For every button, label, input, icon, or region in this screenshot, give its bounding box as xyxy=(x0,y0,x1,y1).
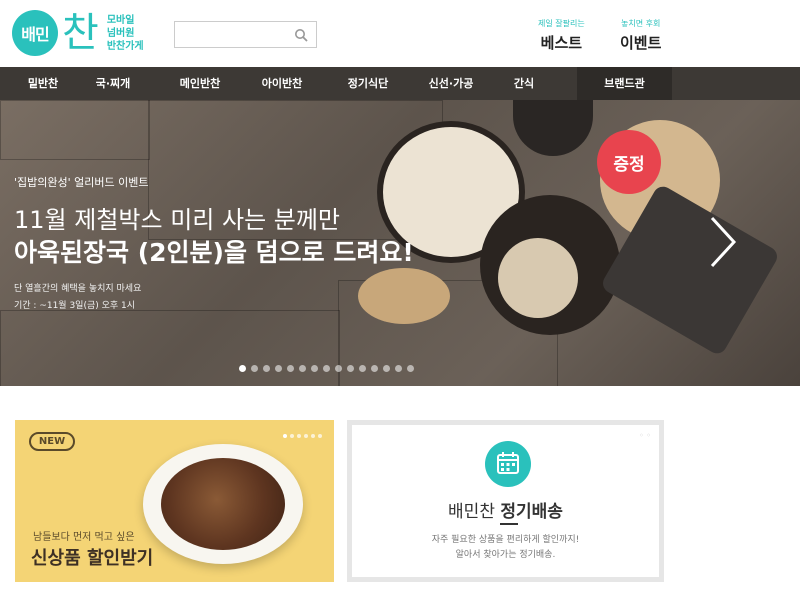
promo-left-subtitle: 남들보다 먼저 먹고 싶은 xyxy=(33,532,135,543)
category-nav: 밑반찬 국·찌개 메인반찬 아이반찬 정기식단 신선·가공 간식 브랜드관 xyxy=(0,67,800,100)
subscription-title-plain: 배민찬 xyxy=(448,502,501,522)
slide-dot[interactable] xyxy=(263,365,270,372)
best-link-label: 베스트 xyxy=(540,34,583,52)
slide-dot[interactable] xyxy=(251,365,258,372)
slide-dot[interactable] xyxy=(287,365,294,372)
promo-dot[interactable] xyxy=(283,434,287,438)
gift-badge: 증정 xyxy=(597,130,661,194)
logo-circle: 배민 xyxy=(12,10,58,56)
stone-tile xyxy=(0,310,340,386)
subscription-desc-1: 자주 필요한 상품을 편리하게 할인까지! xyxy=(431,535,580,545)
slide-dot[interactable] xyxy=(383,365,390,372)
promo-dot[interactable] xyxy=(311,434,315,438)
stone-tile xyxy=(0,100,150,160)
new-products-promo[interactable]: NEW 남들보다 먼저 먹고 싶은 신상품 할인받기 xyxy=(15,420,334,582)
slide-dot[interactable] xyxy=(371,365,378,372)
nav-item-soups[interactable]: 국·찌개 xyxy=(82,67,144,100)
header: 배민 찬 모바일 넘버원 반찬가게 제일 잘팔리는 베스트 놓치면 후회 이벤트 xyxy=(0,0,800,67)
nav-item-main-dishes[interactable]: 메인반찬 xyxy=(165,67,235,100)
search-icon[interactable] xyxy=(294,28,308,42)
promo-dot[interactable] xyxy=(304,434,308,438)
hero-headline-2: 아욱된장국 (2인분)을 덤으로 드려요! xyxy=(14,238,414,267)
promo-controls: ◦ ◦ xyxy=(639,431,651,440)
promo-dot[interactable] xyxy=(318,434,322,438)
event-link-sub: 놓치면 후회 xyxy=(621,19,661,28)
nav-item-regular-meals[interactable]: 정기식단 xyxy=(333,67,403,100)
subscription-desc-2: 알아서 찾아가는 정기배송. xyxy=(455,550,556,560)
slide-dot[interactable] xyxy=(359,365,366,372)
hero-headline-1: 11월 제철박스 미리 사는 분께만 xyxy=(14,206,341,234)
salad-bowl xyxy=(498,238,578,318)
promo-dot[interactable] xyxy=(290,434,294,438)
calendar-icon-wrap xyxy=(485,441,531,487)
braised-beef-bowl xyxy=(143,444,303,564)
search-box xyxy=(174,21,317,48)
slide-dot[interactable] xyxy=(395,365,402,372)
logo-tagline: 모바일 넘버원 반찬가게 xyxy=(107,14,144,53)
promo-indicators xyxy=(283,434,322,438)
hero-period: 기간 : ~11월 3일(금) 오후 1시 xyxy=(14,301,136,311)
calendar-icon xyxy=(497,452,519,474)
hero-eyebrow: '집밥의완성' 얼리버드 이벤트 xyxy=(14,176,149,189)
slide-dot[interactable] xyxy=(407,365,414,372)
nav-item-kids-dishes[interactable]: 아이반찬 xyxy=(247,67,317,100)
hero-description: 단 열흘간의 혜택을 놓치지 마세요 xyxy=(14,284,142,294)
nav-item-snacks[interactable]: 간식 xyxy=(500,67,548,100)
event-link-label: 이벤트 xyxy=(620,34,662,52)
slide-dot[interactable] xyxy=(239,365,246,372)
logo-tagline-3: 반찬가게 xyxy=(106,40,144,52)
nav-item-side-dishes[interactable]: 밑반찬 xyxy=(12,67,74,100)
teapot xyxy=(513,100,593,156)
best-link-sub: 제일 잘팔리는 xyxy=(538,19,585,28)
logo[interactable]: 배민 찬 모바일 넘버원 반찬가게 xyxy=(12,10,144,56)
title-underline xyxy=(500,523,518,525)
logo-tagline-1: 모바일 xyxy=(106,14,135,26)
subscription-title-bold: 정기배송 xyxy=(500,502,563,522)
subscription-promo[interactable]: ◦ ◦ 배민찬 정기배송 자주 필요한 상품을 편리하게 할인까지! 알아서 찾… xyxy=(347,420,664,582)
promo-dot[interactable] xyxy=(297,434,301,438)
slide-dot[interactable] xyxy=(275,365,282,372)
event-link[interactable]: 놓치면 후회 이벤트 xyxy=(620,18,661,53)
slide-indicators xyxy=(239,365,414,372)
slide-dot[interactable] xyxy=(323,365,330,372)
next-slide-arrow-icon[interactable] xyxy=(704,214,740,270)
logo-tagline-2: 넘버원 xyxy=(106,27,135,39)
slide-dot[interactable] xyxy=(347,365,354,372)
promo-left-title: 신상품 할인받기 xyxy=(31,548,154,569)
subscription-title: 배민찬 정기배송 xyxy=(352,497,659,522)
new-badge: NEW xyxy=(29,432,75,451)
search-input[interactable] xyxy=(175,22,290,47)
slide-dot[interactable] xyxy=(299,365,306,372)
subscription-description: 자주 필요한 상품을 편리하게 할인까지! 알아서 찾아가는 정기배송. xyxy=(352,533,659,563)
slide-dot[interactable] xyxy=(335,365,342,372)
gold-plate xyxy=(358,268,450,324)
best-link[interactable]: 제일 잘팔리는 베스트 xyxy=(538,18,585,53)
bowl-food xyxy=(161,458,285,550)
slide-dot[interactable] xyxy=(311,365,318,372)
hero-banner[interactable]: '집밥의완성' 얼리버드 이벤트 11월 제철박스 미리 사는 분께만 아욱된장… xyxy=(0,100,800,386)
nav-item-brand-hall[interactable]: 브랜드관 xyxy=(577,67,672,100)
nav-item-fresh-processed[interactable]: 신선·가공 xyxy=(416,67,486,100)
logo-chan: 찬 xyxy=(62,10,99,56)
